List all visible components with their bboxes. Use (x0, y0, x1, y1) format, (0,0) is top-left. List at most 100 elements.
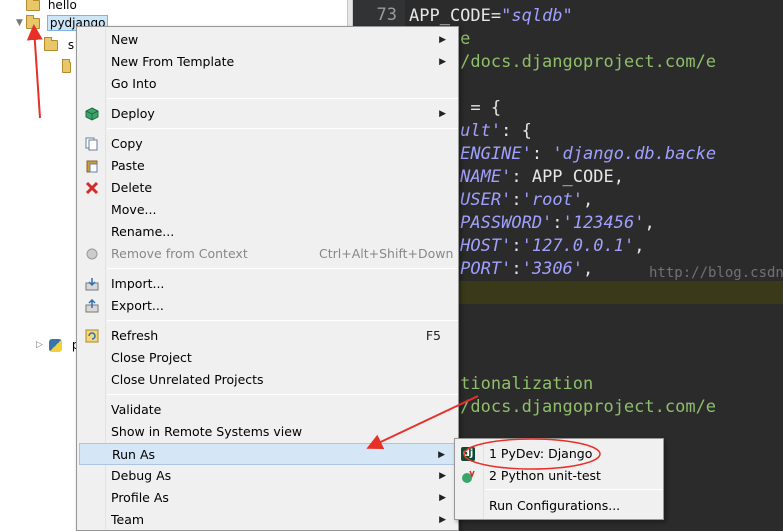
menu-item-label: Remove from Context (111, 246, 248, 261)
submenu-arrow-icon: ▶ (438, 450, 445, 460)
menu-item-label: Export... (111, 298, 164, 313)
code-token: '3306' (521, 259, 584, 279)
package-icon (62, 59, 71, 73)
remove-context-icon (85, 247, 99, 261)
deploy-icon (85, 107, 99, 121)
menu-item-label: Delete (111, 180, 153, 195)
menu-item-label: Copy (111, 136, 143, 151)
expand-arrow-icon[interactable]: ▷ (36, 336, 43, 354)
menu-item-label: Show in Remote Systems view (111, 424, 303, 439)
menu-item-deploy[interactable]: Deploy ▶ (79, 103, 456, 125)
code-token: : (511, 259, 522, 279)
menu-item-new[interactable]: New ▶ (79, 29, 456, 51)
tree-item-sub[interactable] (62, 58, 71, 76)
menu-item-close-project[interactable]: Close Project (79, 347, 456, 369)
submenu-item-label: 1 PyDev: Django (489, 446, 593, 461)
delete-icon (85, 181, 99, 195)
tree-item-label: hello (47, 0, 77, 12)
import-icon (85, 277, 99, 291)
menu-item-new-from-template[interactable]: New From Template ▶ (79, 51, 456, 73)
menu-item-paste[interactable]: Paste (79, 155, 456, 177)
menu-item-label: New From Template (111, 54, 235, 69)
menu-separator (107, 320, 458, 321)
submenu-arrow-icon: ▶ (439, 35, 446, 45)
menu-item-refresh[interactable]: Refresh F5 (79, 325, 456, 347)
code-line: APP_CODE="sqldb" (409, 5, 573, 28)
menu-item-move[interactable]: Move... (79, 199, 456, 221)
code-token: , (644, 213, 655, 233)
submenu-arrow-icon: ▶ (439, 493, 446, 503)
menu-item-remove-from-context[interactable]: Remove from Context Ctrl+Alt+Shift+Down (79, 243, 456, 265)
tree-item-hello[interactable]: hello (26, 0, 77, 14)
code-token: 'root' (521, 190, 584, 210)
code-token: , (583, 259, 594, 279)
submenu-item-label: 2 Python unit-test (489, 468, 601, 483)
menu-item-profile-as[interactable]: Profile As ▶ (79, 487, 456, 509)
menu-item-show-in-remote-systems-view[interactable]: Show in Remote Systems view (79, 421, 456, 443)
python-unittest-icon (461, 469, 475, 483)
code-token: : (531, 144, 553, 164)
menu-item-shortcut: Ctrl+Alt+Shift+Down (319, 246, 454, 261)
code-token: '127.0.0.1' (521, 236, 635, 256)
menu-separator (107, 268, 458, 269)
refresh-icon (85, 329, 99, 343)
submenu-arrow-icon: ▶ (439, 109, 446, 119)
menu-item-label: Paste (111, 158, 145, 173)
current-line-highlight (409, 281, 783, 304)
collapse-arrow-icon[interactable]: ▼ (16, 18, 23, 28)
tree-item-label: s (67, 38, 75, 52)
menu-item-label: Run As (112, 447, 156, 462)
tree-item-p[interactable]: ▷ p (36, 336, 79, 354)
menu-item-debug-as[interactable]: Debug As ▶ (79, 465, 456, 487)
code-token: : { (501, 121, 532, 141)
menu-item-label: Go Into (111, 76, 157, 91)
menu-item-validate[interactable]: Validate (79, 399, 456, 421)
submenu-item-1-pydev-django[interactable]: dj 1 PyDev: Django (457, 443, 661, 465)
menu-item-label: Debug As (111, 468, 172, 483)
menu-item-label: Move... (111, 202, 157, 217)
submenu-item-2-python-unit-test[interactable]: 2 Python unit-test (457, 465, 661, 487)
menu-item-import[interactable]: Import... (79, 273, 456, 295)
folder-icon (26, 0, 40, 11)
copy-icon (85, 137, 99, 151)
menu-item-label: New (111, 32, 139, 47)
watermark: http://blog.csdn.net/ (649, 265, 783, 281)
submenu-item-run-configurations[interactable]: Run Configurations... (457, 495, 661, 517)
django-icon: dj (461, 447, 475, 461)
menu-item-label: Validate (111, 402, 162, 417)
menu-item-rename[interactable]: Rename... (79, 221, 456, 243)
menu-separator (107, 394, 458, 395)
menu-item-team[interactable]: Team ▶ (79, 509, 456, 531)
menu-item-label: Refresh (111, 328, 159, 343)
menu-item-close-unrelated-projects[interactable]: Close Unrelated Projects (79, 369, 456, 391)
menu-item-export[interactable]: Export... (79, 295, 456, 317)
menu-item-shortcut: F5 (425, 328, 441, 343)
code-token: : (511, 190, 522, 210)
menu-item-label: Close Unrelated Projects (111, 372, 264, 387)
export-icon (85, 299, 99, 313)
python-project-icon (49, 339, 62, 352)
code-token: , (583, 190, 594, 210)
menu-item-run-as[interactable]: Run As ▶ (79, 443, 456, 465)
menu-item-label: Rename... (111, 224, 175, 239)
line-number: 73 (376, 5, 397, 25)
menu-separator (485, 489, 663, 490)
menu-item-copy[interactable]: Copy (79, 133, 456, 155)
submenu-arrow-icon: ▶ (439, 515, 446, 525)
code-token: : (511, 236, 522, 256)
code-token: : (552, 213, 563, 233)
code-token: "sqldb" (501, 6, 573, 26)
context-menu: New ▶ New From Template ▶ Go Into Deploy ▶ Copy… (76, 26, 459, 531)
code-token: '123456' (562, 213, 645, 233)
submenu-arrow-icon: ▶ (439, 57, 446, 67)
menu-separator (107, 128, 458, 129)
code-token: : APP_CODE, (511, 167, 624, 187)
tree-item-s[interactable]: s (44, 36, 74, 54)
menu-item-delete[interactable]: Delete (79, 177, 456, 199)
menu-item-label: Profile As (111, 490, 169, 505)
menu-item-label: Import... (111, 276, 165, 291)
menu-item-label: Team (111, 512, 145, 527)
paste-icon (85, 159, 99, 173)
menu-item-go-into[interactable]: Go Into (79, 73, 456, 95)
submenu-arrow-icon: ▶ (439, 471, 446, 481)
